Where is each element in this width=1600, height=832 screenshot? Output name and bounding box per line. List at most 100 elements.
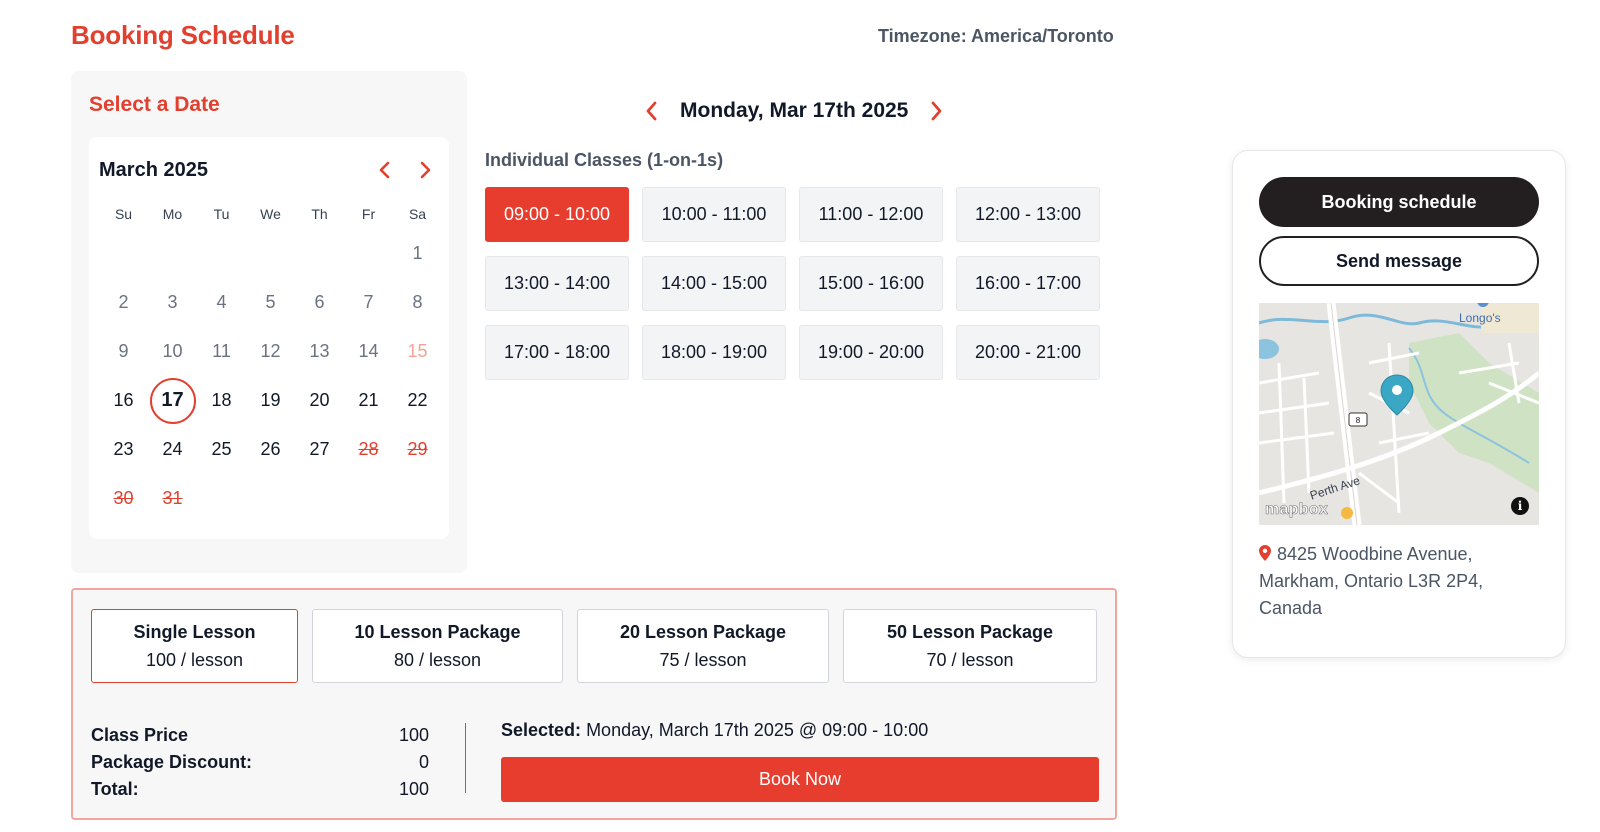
calendar-day-number: 12: [260, 341, 281, 361]
calendar-day-number: 17: [149, 377, 196, 424]
calendar-day-20[interactable]: 20: [295, 376, 344, 425]
route-shield-label: 8: [1356, 416, 1361, 425]
time-slot-button[interactable]: 15:00 - 16:00: [799, 256, 943, 311]
next-day-button[interactable]: [926, 97, 948, 125]
class-price-value: 100: [398, 725, 429, 745]
calendar-day-5: 5: [246, 278, 295, 327]
package-option-50[interactable]: 50 Lesson Package 70 / lesson: [843, 609, 1097, 683]
time-slot-button[interactable]: 17:00 - 18:00: [485, 325, 629, 380]
price-summary: Class Price 100 Package Discount: 0 Tota…: [91, 722, 429, 803]
class-price-row: Class Price 100: [91, 722, 429, 749]
time-slot-button[interactable]: 18:00 - 19:00: [642, 325, 786, 380]
date-picker-panel: Select a Date March 2025 Su Mo Tu We Th Fr Sa 1…: [71, 71, 467, 573]
calendar-day-number: 6: [314, 292, 325, 312]
time-slot-button[interactable]: 16:00 - 17:00: [956, 256, 1100, 311]
package-section: Single Lesson 100 / lesson 10 Lesson Pac…: [71, 588, 1117, 820]
calendar-day-23[interactable]: 23: [99, 425, 148, 474]
calendar-day-22[interactable]: 22: [393, 376, 442, 425]
time-slot-grid: 09:00 - 10:00 10:00 - 11:00 11:00 - 12:00 1…: [485, 187, 1100, 380]
calendar-day-24[interactable]: 24: [148, 425, 197, 474]
time-slot-button[interactable]: 20:00 - 21:00: [956, 325, 1100, 380]
package-option-single[interactable]: Single Lesson 100 / lesson: [91, 609, 298, 683]
mapbox-logo: mapbox: [1265, 501, 1329, 519]
calendar-day-15: 15: [393, 327, 442, 376]
send-message-button[interactable]: Send message: [1259, 236, 1539, 286]
package-price: 70 / lesson: [926, 649, 1014, 670]
calendar-day-1: 1: [393, 229, 442, 278]
package-name: 50 Lesson Package: [886, 621, 1054, 642]
page-title: Booking Schedule: [71, 20, 295, 50]
calendar-empty-cell: [99, 229, 148, 278]
time-slot-button[interactable]: 11:00 - 12:00: [799, 187, 943, 242]
chevron-left-icon: [646, 101, 657, 121]
weekday-header: Mo: [162, 206, 183, 222]
previous-day-button[interactable]: [640, 97, 662, 125]
package-option-20[interactable]: 20 Lesson Package 75 / lesson: [577, 609, 829, 683]
map-info-icon[interactable]: i: [1511, 497, 1529, 515]
calendar-empty-cell: [246, 229, 295, 278]
timezone-value: America/Toronto: [971, 26, 1114, 46]
address-block: 8425 Woodbine Avenue, Markham, Ontario L…: [1259, 541, 1539, 622]
weekday-header: We: [260, 206, 281, 222]
date-picker-title: Select a Date: [89, 93, 220, 116]
calendar-day-number: 27: [309, 439, 330, 459]
calendar-day-9: 9: [99, 327, 148, 376]
calendar-prev-month-button[interactable]: [369, 155, 399, 185]
calendar-day-21[interactable]: 21: [344, 376, 393, 425]
calendar-day-3: 3: [148, 278, 197, 327]
total-row: Total: 100: [91, 776, 429, 803]
classes-section-title: Individual Classes (1-on-1s): [485, 150, 724, 170]
calendar-day-17[interactable]: 17: [148, 376, 197, 425]
package-price: 80 / lesson: [393, 649, 482, 670]
day-navigator: Monday, Mar 17th 2025: [640, 96, 948, 126]
selected-slot-summary: Selected: Monday, March 17th 2025 @ 09:0…: [501, 720, 928, 741]
summary-divider: [465, 723, 466, 793]
address-text: 8425 Woodbine Avenue, Markham, Ontario L…: [1259, 544, 1484, 618]
time-slot-button[interactable]: 19:00 - 20:00: [799, 325, 943, 380]
calendar-day-11: 11: [197, 327, 246, 376]
calendar-day-18[interactable]: 18: [197, 376, 246, 425]
time-slot-button[interactable]: 12:00 - 13:00: [956, 187, 1100, 242]
calendar-day-27[interactable]: 27: [295, 425, 344, 474]
time-slot-button[interactable]: 14:00 - 15:00: [642, 256, 786, 311]
calendar-empty-cell: [246, 474, 295, 523]
package-options: Single Lesson 100 / lesson 10 Lesson Pac…: [91, 609, 1097, 683]
calendar-day-number: 11: [212, 341, 231, 361]
package-option-10[interactable]: 10 Lesson Package 80 / lesson: [312, 609, 563, 683]
calendar-day-7: 7: [344, 278, 393, 327]
time-slot-button[interactable]: 10:00 - 11:00: [642, 187, 786, 242]
calendar-day-number: 21: [358, 390, 379, 410]
calendar-day-number: 20: [309, 390, 330, 410]
calendar-card: March 2025 Su Mo Tu We Th Fr Sa 1 2 3 4 5 6 7 8 9 10 11 12…: [89, 137, 449, 539]
calendar-day-14: 14: [344, 327, 393, 376]
package-price: 100 / lesson: [145, 649, 244, 670]
calendar-next-month-button[interactable]: [411, 155, 441, 185]
class-price-label: Class Price: [91, 725, 189, 745]
calendar-day-number: 14: [358, 341, 379, 361]
time-slot-button[interactable]: 09:00 - 10:00: [485, 187, 629, 242]
calendar-day-number: 18: [211, 390, 232, 410]
calendar-empty-cell: [197, 474, 246, 523]
calendar-day-number: 30: [113, 488, 134, 508]
calendar-empty-cell: [295, 229, 344, 278]
calendar-day-number: 24: [162, 439, 183, 459]
calendar-day-26[interactable]: 26: [246, 425, 295, 474]
instructor-side-card: Booking schedule Send message 8 Longo's …: [1232, 150, 1566, 658]
chevron-left-icon: [379, 161, 390, 179]
calendar-day-8: 8: [393, 278, 442, 327]
calendar-day-25[interactable]: 25: [197, 425, 246, 474]
calendar-day-6: 6: [295, 278, 344, 327]
calendar-day-number: 8: [412, 292, 423, 312]
calendar-day-19[interactable]: 19: [246, 376, 295, 425]
booking-schedule-button[interactable]: Booking schedule: [1259, 177, 1539, 227]
location-pin-icon: [1259, 545, 1271, 561]
book-now-button[interactable]: Book Now: [501, 757, 1099, 802]
time-slot-button[interactable]: 13:00 - 14:00: [485, 256, 629, 311]
selected-day-label: Monday, Mar 17th 2025: [680, 99, 909, 122]
calendar-day-number: 28: [358, 439, 379, 459]
total-label: Total:: [91, 779, 139, 799]
location-map[interactable]: 8 Longo's Perth Ave mapbox i: [1259, 303, 1539, 525]
weekday-header: Su: [114, 206, 133, 222]
package-name: Single Lesson: [133, 621, 256, 642]
calendar-day-16[interactable]: 16: [99, 376, 148, 425]
